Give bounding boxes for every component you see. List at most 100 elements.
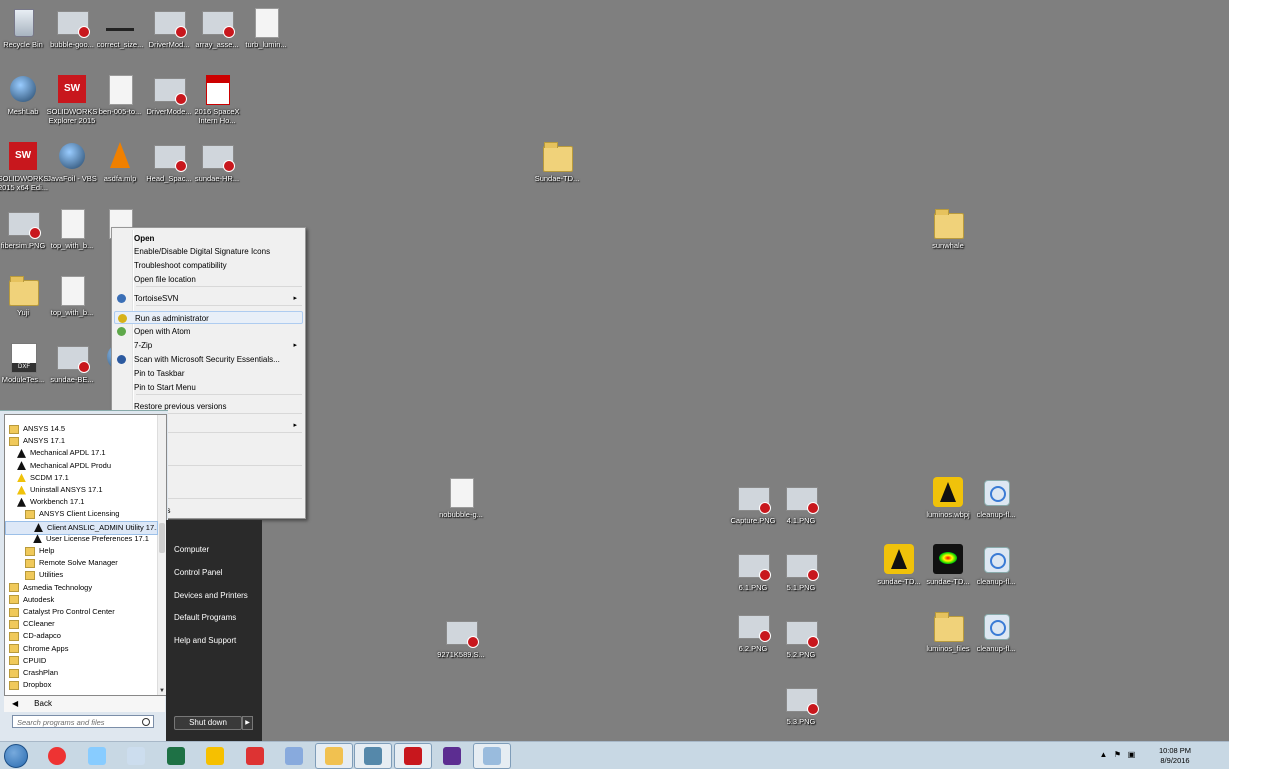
desktop-icon-spacex-pdf[interactable]: 2016 SpaceX Intern Ho... [188, 73, 246, 125]
file-explorer-icon [324, 747, 343, 765]
program-ansys-client-licensing[interactable]: ANSYS Client Licensing [5, 508, 158, 520]
program-ccleaner[interactable]: CCleaner [5, 618, 158, 630]
program-mechanical-apdl-17-1[interactable]: Mechanical APDL 17.1 [5, 447, 158, 459]
program-label: Mechanical APDL 17.1 [30, 448, 106, 458]
desktop-icon-turb-lumin[interactable]: turb_lumin... [237, 6, 295, 49]
menu-item-open-file-location[interactable]: Open file location [114, 273, 303, 286]
program-dropbox[interactable]: Dropbox [5, 679, 158, 691]
pinwheel-icon [285, 747, 303, 765]
program-help[interactable]: Help [5, 545, 158, 557]
img-icon [445, 616, 479, 648]
program-cpuid[interactable]: CPUID [5, 655, 158, 667]
program-catalyst-pro-control-center[interactable]: Catalyst Pro Control Center [5, 606, 158, 618]
desktop-icon-top-with-b-2[interactable]: top_with_b... [43, 274, 101, 317]
folder-icon [932, 610, 964, 642]
picasa-icon [206, 747, 224, 765]
program-ansys-14-5[interactable]: ANSYS 14.5 [5, 423, 158, 435]
desktop-icon-png-5-2[interactable]: 5.2.PNG [772, 616, 830, 659]
menu-item-scan-with-microsoft-security-essentials[interactable]: Scan with Microsoft Security Essentials.… [114, 353, 303, 366]
img-icon [737, 610, 771, 642]
start-link-control-panel[interactable]: Control Panel [174, 566, 222, 580]
taskbar-file-explorer-button[interactable] [314, 743, 353, 769]
taskbar-paint-button[interactable] [236, 743, 274, 769]
flag-icon[interactable]: ⚑ [1113, 750, 1122, 759]
desktop-icon-img-9271[interactable]: 9271K589.S... [432, 616, 490, 659]
program-mechanical-apdl-produ[interactable]: Mechanical APDL Produ [5, 460, 158, 472]
program-scdm-17-1[interactable]: SCDM 17.1 [5, 472, 158, 484]
taskbar-excel-button[interactable] [157, 743, 195, 769]
desktop-icon-sundae-hr[interactable]: sundae-HR... [188, 140, 246, 183]
program-label: SCDM 17.1 [30, 472, 69, 482]
taskbar-network-button[interactable] [354, 743, 392, 769]
start-button[interactable] [2, 743, 30, 768]
shut-down-options-arrow[interactable]: ▶ [242, 716, 253, 730]
program-chrome-apps[interactable]: Chrome Apps [5, 643, 158, 655]
start-link-help-and-support[interactable]: Help and Support [174, 634, 236, 648]
taskbar-picasa-button[interactable] [196, 743, 234, 769]
app-icon [56, 140, 88, 172]
desktop-icon-png-5-3[interactable]: 5.3.PNG [772, 683, 830, 726]
start-link-devices-and-printers[interactable]: Devices and Printers [174, 589, 248, 603]
start-link-computer[interactable]: Computer [174, 543, 209, 557]
all-programs-list[interactable]: ▼ ANSYS 14.5 ANSYS 17.1 Mechanical APDL 17… [4, 414, 167, 696]
network-icon[interactable]: ▣ [1127, 750, 1136, 759]
program-uninstall-ansys-17-1[interactable]: Uninstall ANSYS 17.1 [5, 484, 158, 496]
back-button[interactable]: ◀ Back [4, 696, 165, 712]
desktop-icon-cleanup-3[interactable]: cleanup-fl... [967, 610, 1025, 653]
menu-item-tortoisesvn[interactable]: TortoiseSVN ▸ [114, 292, 303, 305]
clock[interactable]: 10:08 PM 8/9/2016 [1151, 746, 1199, 766]
taskbar-visual-studio-button[interactable] [433, 743, 471, 769]
desktop-icon-nobubble[interactable]: nobubble-g... [432, 476, 490, 519]
program-cd-adapco[interactable]: CD-adapco [5, 630, 158, 642]
menu-item-troubleshoot-compatibility[interactable]: Troubleshoot compatibility [114, 259, 303, 272]
taskbar-pinwheel-button[interactable] [275, 743, 313, 769]
show-hidden-icons-icon[interactable]: ▲ [1099, 750, 1108, 759]
program-utilities[interactable]: Utilities [5, 569, 158, 581]
desktop-icon-cleanup-2[interactable]: cleanup-fl... [967, 543, 1025, 586]
tortoisesvn-icon [117, 294, 126, 303]
vlc-icon [104, 140, 136, 172]
menu-item-open-with-atom[interactable]: Open with Atom [114, 325, 303, 338]
program-label: Mechanical APDL Produ [30, 460, 112, 470]
menu-item-enable-disable-digital-signature-icons[interactable]: Enable/Disable Digital Signature Icons [114, 245, 303, 258]
program-crashplan[interactable]: CrashPlan [5, 667, 158, 679]
program-label: ANSYS 14.5 [23, 424, 66, 433]
ansys-icon [34, 523, 43, 533]
taskbar-solidworks-button[interactable] [393, 743, 432, 769]
desktop-icon-png-5-1[interactable]: 5.1.PNG [772, 549, 830, 592]
menu-item-open[interactable]: Open [114, 232, 303, 245]
shut-down-button[interactable]: Shut down [174, 716, 242, 730]
desktop-icon-label: 9271K589.S... [437, 650, 485, 659]
program-remote-solve-manager[interactable]: Remote Solve Manager [5, 557, 158, 569]
menu-item-pin-to-taskbar[interactable]: Pin to Taskbar [114, 367, 303, 380]
folder-icon [9, 424, 19, 434]
program-asmedia-technology[interactable]: Asmedia Technology [5, 582, 158, 594]
program-ansys-17-1[interactable]: ANSYS 17.1 [5, 435, 158, 447]
img-icon [785, 683, 819, 715]
taskbar-notepad-files-button[interactable] [78, 743, 116, 769]
search-input[interactable]: Search programs and files [12, 715, 154, 728]
taskbar-document-button[interactable] [117, 743, 155, 769]
program-user-license-preferences-17-1[interactable]: User License Preferences 17.1 [5, 533, 158, 545]
program-autodesk[interactable]: Autodesk [5, 594, 158, 606]
desktop-icon-sunwhale[interactable]: sunwhale [919, 207, 977, 250]
menu-item-7-zip[interactable]: 7-Zip ▸ [114, 339, 303, 352]
folder-icon [25, 570, 35, 580]
desktop-icon-sundae-td-folder[interactable]: Sundae-TD... [528, 140, 586, 183]
taskbar-chrome-button[interactable] [38, 743, 76, 769]
ansys-icon [33, 534, 42, 544]
desktop-icon-cleanup-1[interactable]: cleanup-fl... [967, 476, 1025, 519]
img-icon [153, 73, 187, 105]
desktop-icon-png-4-1[interactable]: 4.1.PNG [772, 482, 830, 525]
program-workbench-17-1[interactable]: Workbench 17.1 [5, 496, 158, 508]
menu-item-pin-to-start-menu[interactable]: Pin to Start Menu [114, 381, 303, 394]
visual-studio-icon [443, 747, 461, 765]
menu-item-run-as-administrator[interactable]: Run as administrator [114, 311, 303, 324]
programs-scrollbar[interactable]: ▼ [157, 415, 166, 695]
sw-icon: SW [7, 140, 39, 172]
taskbar-window-button[interactable] [472, 743, 511, 769]
notepad-files-icon [87, 747, 106, 765]
program-label: Uninstall ANSYS 17.1 [30, 485, 103, 494]
start-link-default-programs[interactable]: Default Programs [174, 611, 236, 625]
open-with-atom-icon [117, 327, 126, 336]
